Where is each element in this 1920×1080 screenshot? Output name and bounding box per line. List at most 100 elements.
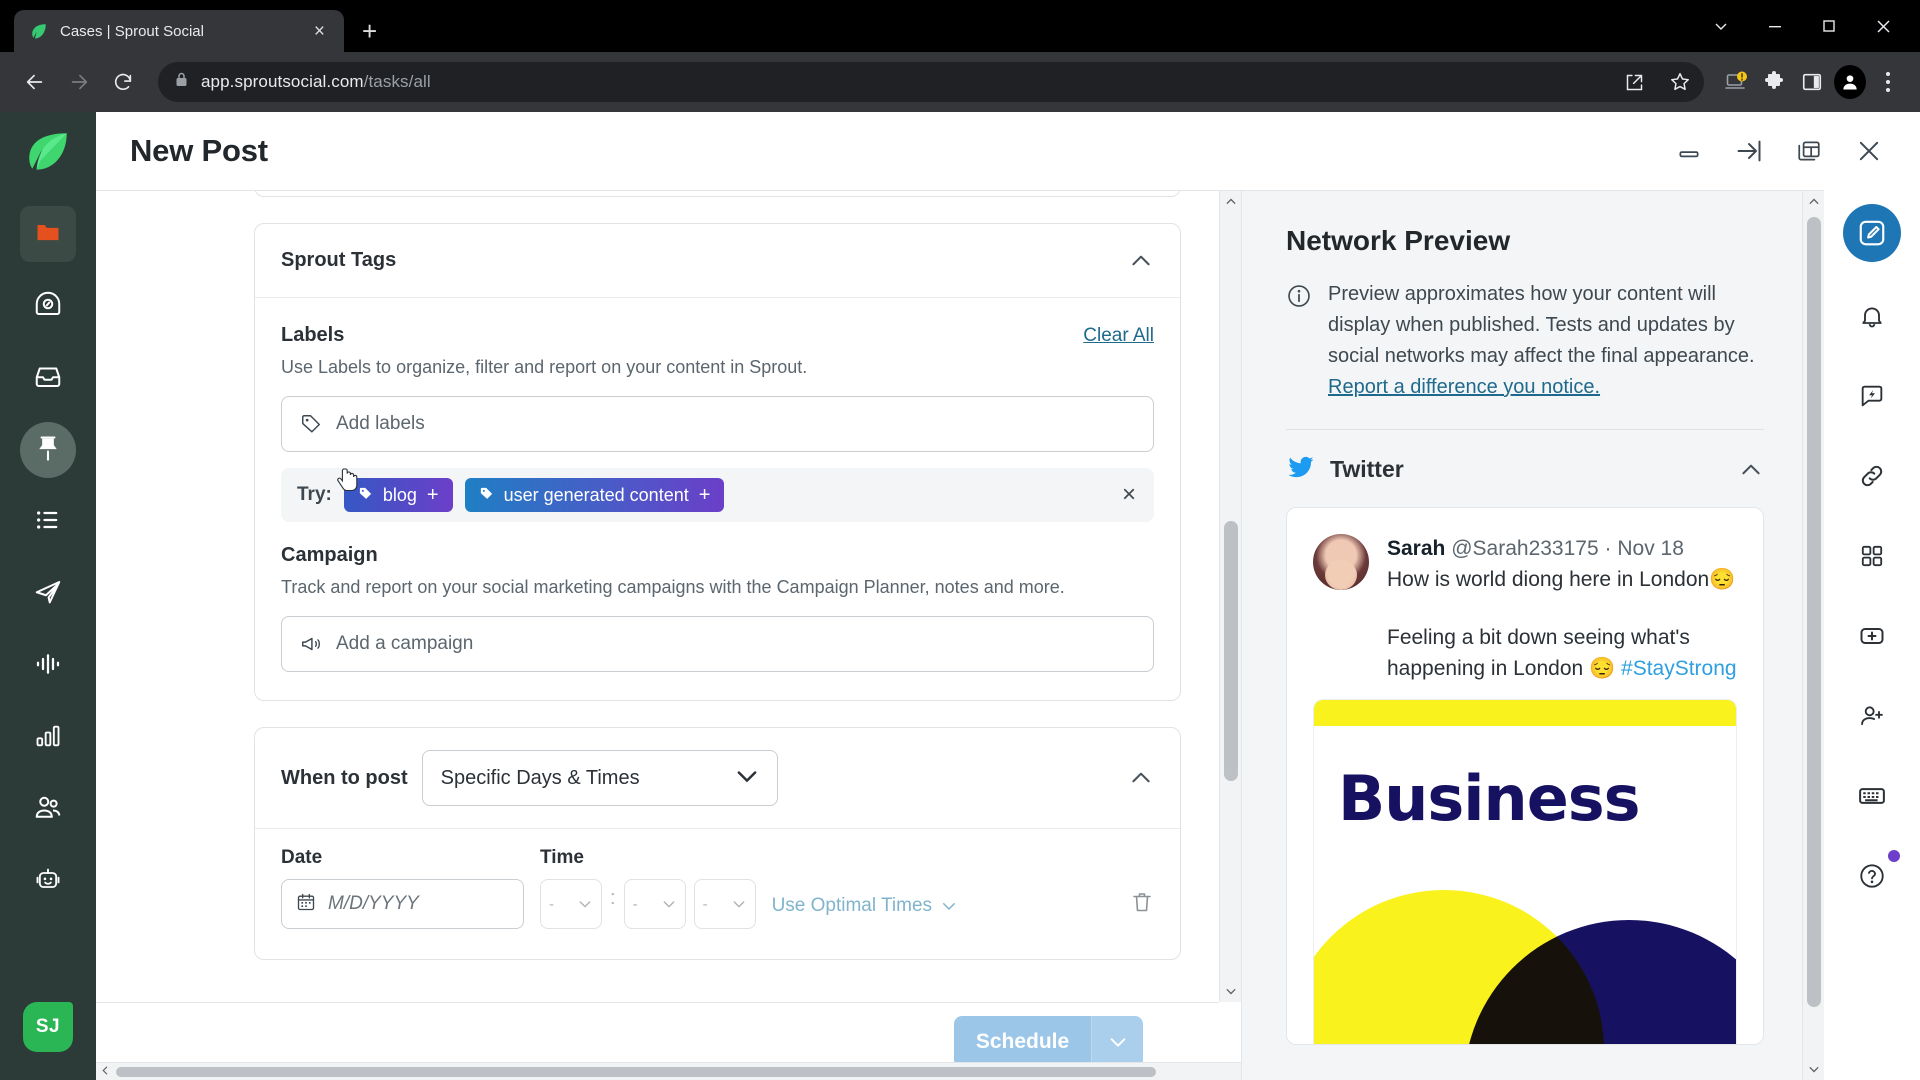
back-button[interactable] [16, 63, 54, 101]
profile-avatar-icon[interactable] [1834, 65, 1866, 99]
network-header-twitter[interactable]: Twitter [1286, 430, 1764, 507]
browser-window: Cases | Sprout Social × + app.sproutsoci… [0, 0, 1920, 1080]
schedule-button[interactable]: Schedule [954, 1015, 1091, 1068]
sidebar-item-compass[interactable] [20, 278, 76, 334]
minute-select[interactable]: - [623, 879, 686, 929]
sprout-leaf-logo[interactable] [23, 128, 73, 178]
window-minimize-button[interactable] [1748, 8, 1802, 44]
new-tab-button[interactable]: + [362, 18, 377, 44]
tweet-display-name: Sarah [1387, 537, 1446, 560]
horizontal-scrollbar[interactable] [96, 1062, 1241, 1080]
sidebar-item-send[interactable] [20, 566, 76, 622]
scroll-up-arrow-icon[interactable] [1220, 191, 1241, 213]
extensions-puzzle-icon[interactable] [1758, 66, 1790, 98]
window-expand-button[interactable] [1694, 8, 1748, 44]
when-to-post-label: When to post [281, 766, 408, 789]
sidebar-item-reports[interactable] [20, 710, 76, 766]
dismiss-suggestions-icon[interactable]: × [1122, 483, 1136, 507]
minimize-icon[interactable] [1672, 134, 1706, 168]
schedule-options-caret-icon[interactable] [1091, 1015, 1143, 1068]
browser-tab[interactable]: Cases | Sprout Social × [14, 10, 344, 52]
sidebar-item-folder[interactable] [20, 206, 76, 262]
preview-scroll-thumb[interactable] [1807, 217, 1821, 1007]
window-close-button[interactable] [1856, 8, 1910, 44]
keyboard-icon[interactable] [1846, 770, 1898, 822]
use-optimal-times-label: Use Optimal Times [771, 895, 933, 916]
sidebar-item-list[interactable] [20, 494, 76, 550]
forward-button[interactable] [60, 63, 98, 101]
window-maximize-button[interactable] [1802, 8, 1856, 44]
report-difference-link[interactable]: Report a difference you notice. [1328, 376, 1600, 398]
composer-scroll-thumb[interactable] [1224, 521, 1238, 781]
composer-scrollbar[interactable] [1219, 191, 1241, 1002]
sprout-tags-card: Sprout Tags Labels Clear All Use Labels … [254, 223, 1181, 701]
trash-icon[interactable] [1130, 890, 1154, 929]
composer-panel: Sprout Tags Labels Clear All Use Labels … [96, 190, 1241, 1080]
when-to-post-card: When to post Specific Days & Times Date … [254, 727, 1181, 960]
meridiem-select[interactable]: - [693, 879, 756, 929]
list-icon [34, 506, 62, 539]
scroll-up-arrow-icon[interactable] [1803, 191, 1824, 213]
horizontal-scroll-thumb[interactable] [116, 1066, 1156, 1077]
close-icon[interactable] [1852, 134, 1886, 168]
sidebar-item-people[interactable] [20, 782, 76, 838]
sidebar-item-inbox[interactable] [20, 350, 76, 406]
add-box-icon[interactable] [1846, 610, 1898, 662]
sidebar-item-publishing[interactable] [20, 422, 76, 478]
chip-add-icon[interactable]: + [699, 485, 711, 505]
compose-edit-icon[interactable] [1843, 204, 1901, 262]
when-to-post-select[interactable]: Specific Days & Times [421, 750, 778, 806]
reload-button[interactable] [104, 63, 142, 101]
tweet-top: Sarah @Sarah233175 · Nov 18 How is world… [1313, 534, 1737, 685]
chevron-up-icon[interactable] [1128, 248, 1154, 274]
bell-notification-icon[interactable] [1846, 290, 1898, 342]
side-panel-icon[interactable] [1796, 66, 1828, 98]
add-campaign-input[interactable]: Add a campaign [281, 616, 1154, 672]
chrome-menu-icon[interactable] [1872, 66, 1904, 98]
schedule-button-group: Schedule [954, 1015, 1143, 1068]
add-user-icon[interactable] [1846, 690, 1898, 742]
chevron-up-icon[interactable] [1128, 765, 1154, 791]
chevron-up-icon[interactable] [1738, 457, 1764, 483]
suggestion-chip-ugc[interactable]: user generated content + [464, 478, 725, 512]
scroll-down-arrow-icon[interactable] [1803, 1058, 1824, 1080]
tweet-media-image[interactable]: Business [1313, 698, 1737, 1044]
preview-scrollbar[interactable] [1802, 191, 1824, 1080]
apps-grid-icon[interactable] [1846, 530, 1898, 582]
collapse-right-icon[interactable] [1732, 134, 1766, 168]
sidebar-item-bot[interactable] [20, 854, 76, 910]
composer-scroll-area: Sprout Tags Labels Clear All Use Labels … [96, 191, 1219, 1002]
tweet-hashtag[interactable]: #StayStrong [1621, 657, 1737, 680]
date-input[interactable]: M/D/YYYY [281, 879, 524, 929]
link-chain-icon[interactable] [1846, 450, 1898, 502]
labels-description: Use Labels to organize, filter and repor… [281, 357, 808, 377]
user-avatar[interactable]: SJ [23, 1002, 73, 1052]
preview-title: Network Preview [1286, 225, 1511, 256]
use-optimal-times-button[interactable]: Use Optimal Times [772, 895, 958, 929]
folder-icon [34, 218, 62, 251]
popout-window-icon[interactable] [1792, 134, 1826, 168]
hour-select[interactable]: - [540, 879, 602, 929]
page-title: New Post [130, 133, 268, 168]
preview-content: Network Preview Preview approximates how… [1242, 191, 1802, 1080]
add-labels-input[interactable]: Add labels [281, 396, 1154, 452]
chip-add-icon[interactable]: + [427, 485, 439, 505]
sprout-tags-header[interactable]: Sprout Tags [255, 224, 1180, 298]
try-label: Try: [297, 484, 332, 505]
people-icon [33, 793, 63, 828]
scroll-left-arrow-icon[interactable] [96, 1065, 114, 1078]
sidebar-item-listening[interactable] [20, 638, 76, 694]
suggestion-chip-blog[interactable]: blog + [343, 478, 453, 512]
share-icon[interactable] [1618, 66, 1650, 98]
scroll-down-arrow-icon[interactable] [1220, 980, 1241, 1002]
bookmark-star-icon[interactable] [1664, 66, 1696, 98]
update-laptop-icon[interactable] [1720, 66, 1752, 98]
tab-close-icon[interactable]: × [309, 19, 330, 44]
help-question-icon[interactable] [1846, 850, 1900, 902]
clear-all-button[interactable]: Clear All [1083, 325, 1154, 347]
address-bar[interactable]: app.sproutsocial.com/tasks/all [158, 62, 1704, 102]
message-bolt-icon[interactable] [1846, 370, 1898, 422]
labels-section: Labels Clear All Use Labels to organize,… [255, 298, 1180, 700]
date-label: Date [281, 847, 323, 868]
tweet-line-2: Feeling a bit down seeing what's happeni… [1387, 622, 1737, 685]
